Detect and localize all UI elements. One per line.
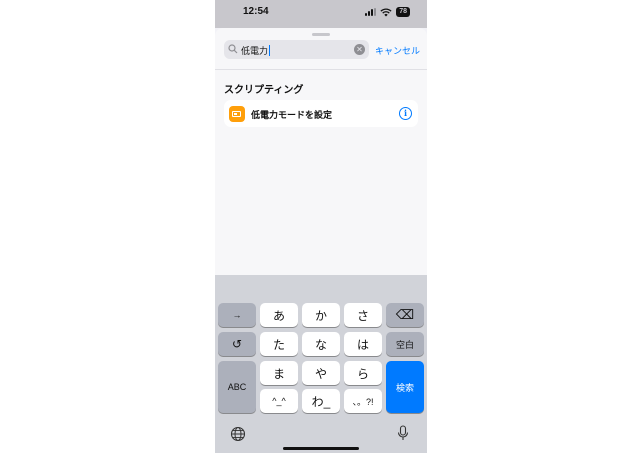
sheet-grabber[interactable] [312, 33, 330, 36]
battery-icon [229, 106, 245, 122]
search-icon [228, 44, 238, 54]
search-query[interactable]: 低電力 [241, 44, 271, 57]
key-a[interactable]: あ [260, 303, 298, 327]
clear-search-icon[interactable]: ✕ [354, 44, 365, 55]
abc-key[interactable]: ABC [218, 361, 256, 413]
section-title: スクリプティング [224, 85, 304, 96]
key-wa[interactable]: わ_ [302, 389, 340, 413]
phone-screen: 12:54 78 低電力 ✕ キャンセル スクリプティング 低電力モードを設定 … [215, 0, 427, 453]
action-label: 低電力モードを設定 [251, 110, 333, 120]
action-result-row[interactable]: 低電力モードを設定 i [224, 100, 418, 127]
cancel-button[interactable]: キャンセル [375, 44, 420, 57]
space-key[interactable]: 空白 [386, 332, 424, 356]
key-ma[interactable]: ま [260, 361, 298, 385]
status-icons: 78 [365, 7, 410, 17]
wifi-icon [380, 7, 392, 16]
key-ra[interactable]: ら [344, 361, 382, 385]
keyboard: → ↺ ABC あ か さ た な は ま や ら ^_^ わ_ 、。?! ⌫ … [215, 275, 427, 453]
next-candidate-key[interactable]: → [218, 303, 256, 327]
key-ha[interactable]: は [344, 332, 382, 356]
microphone-icon[interactable] [397, 425, 409, 442]
key-ka[interactable]: か [302, 303, 340, 327]
search-key[interactable]: 検索 [386, 361, 424, 413]
globe-icon[interactable] [230, 426, 246, 442]
key-na[interactable]: な [302, 332, 340, 356]
home-indicator [283, 447, 359, 450]
search-sheet: 低電力 ✕ キャンセル スクリプティング 低電力モードを設定 i [215, 28, 427, 275]
key-ta[interactable]: た [260, 332, 298, 356]
signal-icon [365, 8, 377, 16]
key-sa[interactable]: さ [344, 303, 382, 327]
status-bar: 12:54 78 [215, 0, 427, 28]
delete-key[interactable]: ⌫ [386, 303, 424, 327]
battery-indicator: 78 [396, 7, 410, 17]
divider [215, 69, 427, 70]
status-time: 12:54 [243, 6, 269, 17]
key-ya[interactable]: や [302, 361, 340, 385]
search-field[interactable]: 低電力 ✕ [224, 40, 369, 59]
kaomoji-key[interactable]: ^_^ [260, 389, 298, 413]
punctuation-key[interactable]: 、。?! [344, 389, 382, 413]
info-icon[interactable]: i [399, 107, 412, 120]
text-cursor [269, 45, 271, 56]
undo-key[interactable]: ↺ [218, 332, 256, 356]
